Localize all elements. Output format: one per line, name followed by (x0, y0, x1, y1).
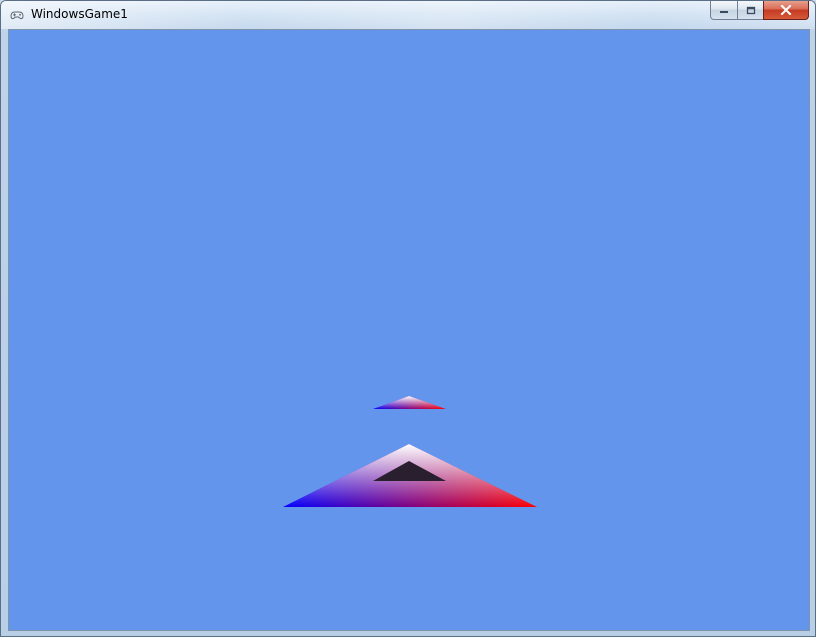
title-bar[interactable]: WindowsGame1 (1, 1, 815, 29)
minimize-icon (720, 11, 728, 13)
maximize-button[interactable] (737, 1, 763, 20)
small-triangle (373, 396, 446, 409)
window-title: WindowsGame1 (31, 7, 128, 21)
game-viewport[interactable] (8, 29, 810, 631)
close-icon (780, 5, 792, 15)
large-triangle (283, 444, 537, 507)
game-scene (283, 396, 537, 507)
caption-buttons (710, 1, 809, 21)
minimize-button[interactable] (710, 1, 737, 20)
gamepad-icon[interactable] (9, 7, 25, 23)
game-window: WindowsGame1 (0, 0, 816, 637)
close-button[interactable] (763, 1, 809, 20)
maximize-icon (746, 6, 755, 14)
